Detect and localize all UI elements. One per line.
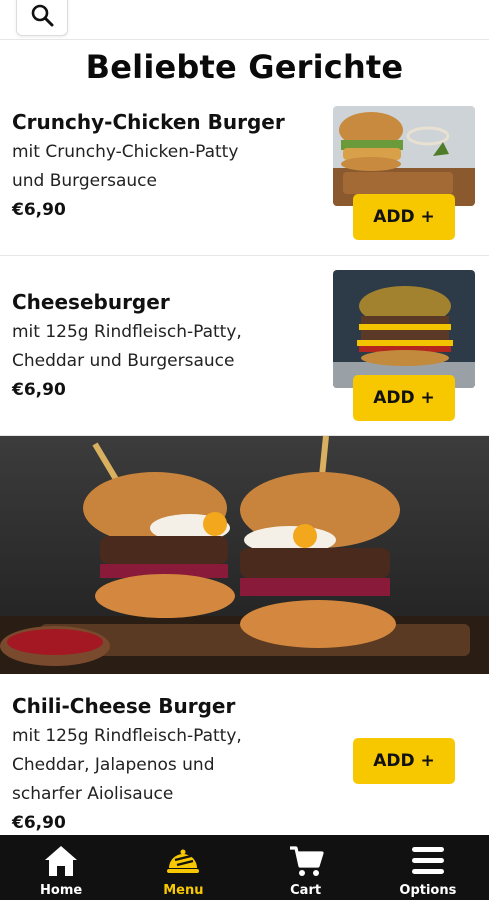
hero-image-burgers [0, 436, 489, 674]
item-description-line: und Burgersauce [12, 171, 157, 191]
item-price: €6,90 [12, 200, 66, 220]
item-name: Chili-Cheese Burger [12, 694, 236, 718]
nav-item-home[interactable]: Home [0, 835, 122, 900]
menu-item-crunchy-chicken: Crunchy-Chicken Burger mit Crunchy-Chick… [0, 96, 489, 256]
bottom-navigation: Home Menu Cart Options [0, 835, 489, 900]
search-button[interactable] [16, 0, 68, 36]
nav-label: Cart [290, 883, 322, 898]
menu-item-cheeseburger: Cheeseburger mit 125g Rindfleisch-Patty,… [0, 256, 489, 436]
item-description-line: mit 125g Rindfleisch-Patty, [12, 322, 242, 342]
item-name: Cheeseburger [12, 290, 170, 314]
item-description-line: scharfer Aiolisauce [12, 784, 174, 804]
nav-label: Options [399, 883, 457, 898]
top-bar [0, 0, 489, 40]
section-title: Beliebte Gerichte [85, 48, 404, 86]
item-description: mit 125g Rindfleisch-Patty, Cheddar, Jal… [12, 722, 312, 809]
nav-item-options[interactable]: Options [367, 835, 489, 900]
item-description: mit 125g Rindfleisch-Patty, Cheddar und … [12, 318, 312, 376]
menu-icon [163, 843, 203, 879]
nav-label: Home [40, 883, 83, 898]
cart-icon [286, 843, 326, 879]
add-to-cart-button[interactable]: ADD + [353, 738, 455, 784]
options-icon [408, 843, 448, 879]
item-description-line: mit Crunchy-Chicken-Patty [12, 142, 239, 162]
item-description-line: Cheddar und Burgersauce [12, 351, 235, 371]
nav-item-menu[interactable]: Menu [122, 835, 244, 900]
nav-label: Menu [163, 883, 204, 898]
menu-item-chili-cheese: Chili-Cheese Burger mit 125g Rindfleisch… [0, 674, 489, 835]
search-icon [31, 4, 54, 27]
nav-item-cart[interactable]: Cart [245, 835, 367, 900]
add-to-cart-button[interactable]: ADD + [353, 194, 455, 240]
item-image-crunchy-chicken [333, 106, 475, 206]
home-icon [41, 843, 81, 879]
item-price: €6,90 [12, 813, 66, 833]
item-description-line: mit 125g Rindfleisch-Patty, [12, 726, 242, 746]
item-description-line: Cheddar, Jalapenos und [12, 755, 215, 775]
item-image-cheeseburger [333, 270, 475, 388]
item-name: Crunchy-Chicken Burger [12, 110, 285, 134]
item-description: mit Crunchy-Chicken-Patty und Burgersauc… [12, 138, 312, 196]
item-price: €6,90 [12, 380, 66, 400]
add-to-cart-button[interactable]: ADD + [353, 375, 455, 421]
